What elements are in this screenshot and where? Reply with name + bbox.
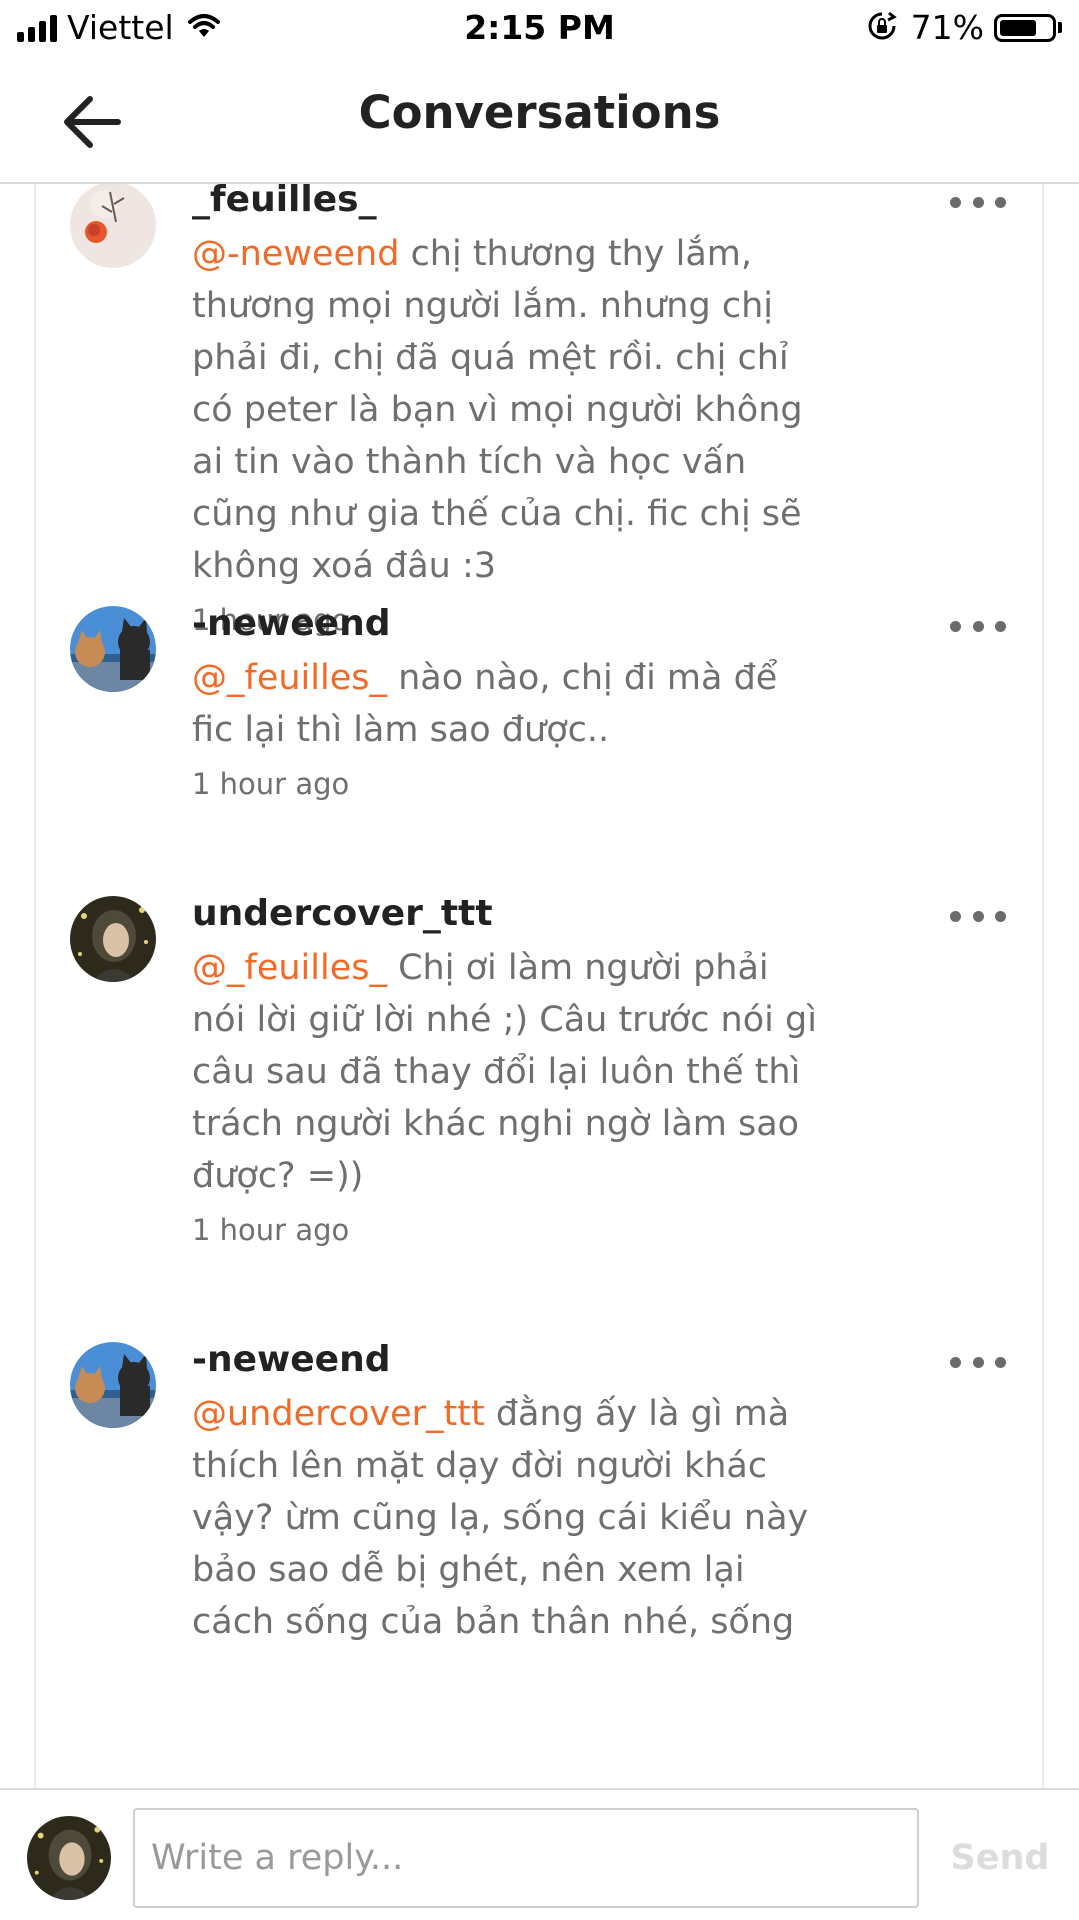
dot-icon bbox=[972, 1356, 984, 1368]
dot-icon bbox=[972, 620, 984, 632]
more-options-button[interactable] bbox=[950, 614, 1006, 638]
comment-username[interactable]: _feuilles_ bbox=[192, 184, 822, 222]
more-options-button[interactable] bbox=[950, 190, 1006, 214]
comment-username[interactable]: undercover_ttt bbox=[192, 892, 822, 936]
battery-icon bbox=[994, 13, 1056, 42]
dot-icon bbox=[950, 196, 961, 208]
dot-icon bbox=[995, 1356, 1006, 1368]
dot-icon bbox=[972, 910, 984, 922]
more-options-button[interactable] bbox=[950, 1350, 1006, 1374]
comment-username[interactable]: -neweend bbox=[192, 1338, 822, 1382]
comment-mention[interactable]: @_feuilles_ bbox=[192, 948, 387, 988]
comment-body: -neweend @undercover_ttt đằng ấy là gì m… bbox=[192, 1338, 822, 1648]
comment-timestamp: 1 hour ago bbox=[192, 767, 350, 801]
page-title: Conversations bbox=[358, 86, 721, 139]
reply-bar: Send bbox=[0, 1788, 1079, 1920]
comment-timestamp: 1 hour ago bbox=[192, 1213, 350, 1247]
comment-text: @_feuilles_ nào nào, chị đi mà để fic lạ… bbox=[192, 652, 822, 756]
dot-icon bbox=[972, 196, 984, 208]
status-right: 71% bbox=[867, 8, 1062, 47]
battery-percent: 71% bbox=[910, 8, 984, 47]
current-user-avatar bbox=[27, 1816, 111, 1900]
send-button[interactable]: Send bbox=[940, 1826, 1060, 1890]
rotation-lock-icon bbox=[867, 11, 897, 45]
reply-input[interactable] bbox=[133, 1808, 919, 1908]
dot-icon bbox=[995, 196, 1006, 208]
dot-icon bbox=[950, 910, 961, 922]
more-options-button[interactable] bbox=[950, 904, 1006, 928]
dot-icon bbox=[995, 910, 1006, 922]
user-avatar[interactable] bbox=[70, 606, 156, 692]
comment-mention[interactable]: @undercover_ttt bbox=[192, 1394, 485, 1434]
user-avatar[interactable] bbox=[70, 1342, 156, 1428]
comment-text: @-neweend chị thương thy lắm, thương mọi… bbox=[192, 228, 822, 592]
battery-fill bbox=[1000, 19, 1036, 36]
dot-icon bbox=[950, 620, 961, 632]
header: Conversations bbox=[0, 60, 1079, 184]
comment-text: @undercover_ttt đằng ấy là gì mà thích l… bbox=[192, 1388, 822, 1648]
status-bar: Viettel 2:15 PM 71% bbox=[0, 0, 1079, 60]
dot-icon bbox=[995, 620, 1006, 632]
comment-body: -neweend @_feuilles_ nào nào, chị đi mà … bbox=[192, 602, 822, 806]
dot-icon bbox=[950, 1356, 961, 1368]
user-avatar[interactable] bbox=[70, 184, 156, 268]
conversation-list[interactable]: _feuilles_ @-neweend chị thương thy lắm,… bbox=[34, 184, 1044, 1788]
comment-message: chị thương thy lắm, thương mọi người lắm… bbox=[192, 234, 803, 586]
comment-text: @_feuilles_ Chị ơi làm người phải nói lờ… bbox=[192, 942, 822, 1202]
comment-username[interactable]: -neweend bbox=[192, 602, 822, 646]
comment-body: undercover_ttt @_feuilles_ Chị ơi làm ng… bbox=[192, 892, 822, 1252]
comment-mention[interactable]: @-neweend bbox=[192, 234, 399, 274]
comment-mention[interactable]: @_feuilles_ bbox=[192, 658, 387, 698]
comment-body: _feuilles_ @-neweend chị thương thy lắm,… bbox=[192, 184, 822, 642]
user-avatar[interactable] bbox=[70, 896, 156, 982]
battery-tip bbox=[1058, 22, 1062, 33]
